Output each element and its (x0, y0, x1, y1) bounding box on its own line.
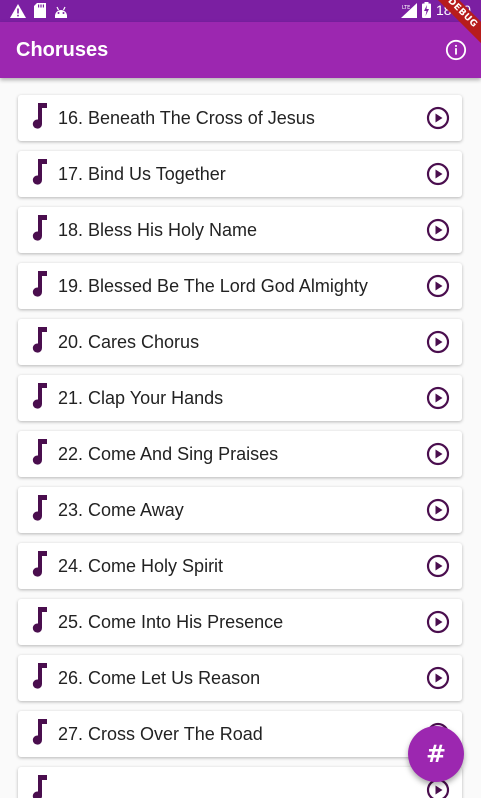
list-item[interactable] (18, 767, 462, 798)
play-circle-icon[interactable] (426, 442, 450, 466)
music-note-icon (32, 159, 47, 185)
list-item-label: 17. Bind Us Together (58, 164, 226, 184)
list-item-label: 16. Beneath The Cross of Jesus (58, 108, 315, 128)
music-note-icon (32, 663, 47, 689)
music-note-icon (32, 495, 47, 521)
list-item[interactable]: 20. Cares Chorus (18, 319, 462, 365)
app-bar: Choruses (0, 22, 481, 78)
list-item[interactable]: 27. Cross Over The Road (18, 711, 462, 757)
play-circle-icon[interactable] (426, 666, 450, 690)
play-circle-icon[interactable] (426, 274, 450, 298)
status-left-icons (10, 3, 68, 18)
list-item[interactable]: 26. Come Let Us Reason (18, 655, 462, 701)
list-item[interactable]: 23. Come Away (18, 487, 462, 533)
screen: LTE 18:39 DEBUG Choruses 16. Beneath The… (0, 0, 481, 798)
list-item[interactable]: 21. Clap Your Hands (18, 375, 462, 421)
status-bar: LTE 18:39 (0, 0, 481, 22)
list-item-label: 22. Come And Sing Praises (58, 444, 279, 464)
play-circle-icon[interactable] (426, 330, 450, 354)
list-item-label: 18. Bless His Holy Name (58, 220, 258, 240)
warning-icon (10, 3, 26, 18)
music-note-icon (32, 607, 47, 633)
info-icon[interactable] (445, 39, 467, 61)
play-circle-icon[interactable] (426, 386, 450, 410)
play-circle-icon[interactable] (426, 218, 450, 242)
list-item-label: 24. Come Holy Spirit (58, 556, 224, 576)
music-note-icon (32, 719, 47, 745)
list-item-label: 21. Clap Your Hands (58, 388, 224, 408)
svg-text:LTE: LTE (402, 5, 410, 11)
page-title: Choruses (16, 39, 109, 61)
list-item[interactable]: 18. Bless His Holy Name (18, 207, 462, 253)
music-note-icon (32, 215, 47, 241)
music-note-icon (32, 551, 47, 577)
list-item-label: 26. Come Let Us Reason (58, 668, 261, 688)
list-item[interactable]: 24. Come Holy Spirit (18, 543, 462, 589)
list-item-label: 25. Come Into His Presence (58, 612, 284, 632)
music-note-icon (32, 439, 47, 465)
list-item-label: 20. Cares Chorus (58, 332, 200, 352)
play-circle-icon[interactable] (426, 162, 450, 186)
list-item-label: 19. Blessed Be The Lord God Almighty (58, 276, 368, 296)
play-circle-icon[interactable] (426, 554, 450, 578)
play-circle-icon[interactable] (426, 106, 450, 130)
music-note-icon (32, 103, 47, 129)
play-circle-icon[interactable] (426, 610, 450, 634)
battery-charging-icon (421, 2, 431, 18)
sd-card-icon (34, 3, 46, 18)
list-item[interactable]: 19. Blessed Be The Lord God Almighty (18, 263, 462, 309)
play-circle-icon[interactable] (426, 498, 450, 522)
list-item[interactable]: 17. Bind Us Together (18, 151, 462, 197)
list-item[interactable]: 16. Beneath The Cross of Jesus (18, 95, 462, 141)
music-note-icon (32, 271, 47, 297)
list-item[interactable]: 22. Come And Sing Praises (18, 431, 462, 477)
chorus-list: 16. Beneath The Cross of Jesus 17. Bind U… (0, 78, 481, 798)
list-item-label: 27. Cross Over The Road (58, 724, 263, 744)
index-fab-button[interactable]: # (408, 726, 464, 782)
signal-lte-icon: LTE (400, 2, 417, 18)
music-note-icon (32, 775, 47, 798)
music-note-icon (32, 327, 47, 353)
list-item[interactable]: 25. Come Into His Presence (18, 599, 462, 645)
list-item-label: 23. Come Away (58, 500, 184, 520)
music-note-icon (32, 383, 47, 409)
android-icon (55, 6, 67, 18)
